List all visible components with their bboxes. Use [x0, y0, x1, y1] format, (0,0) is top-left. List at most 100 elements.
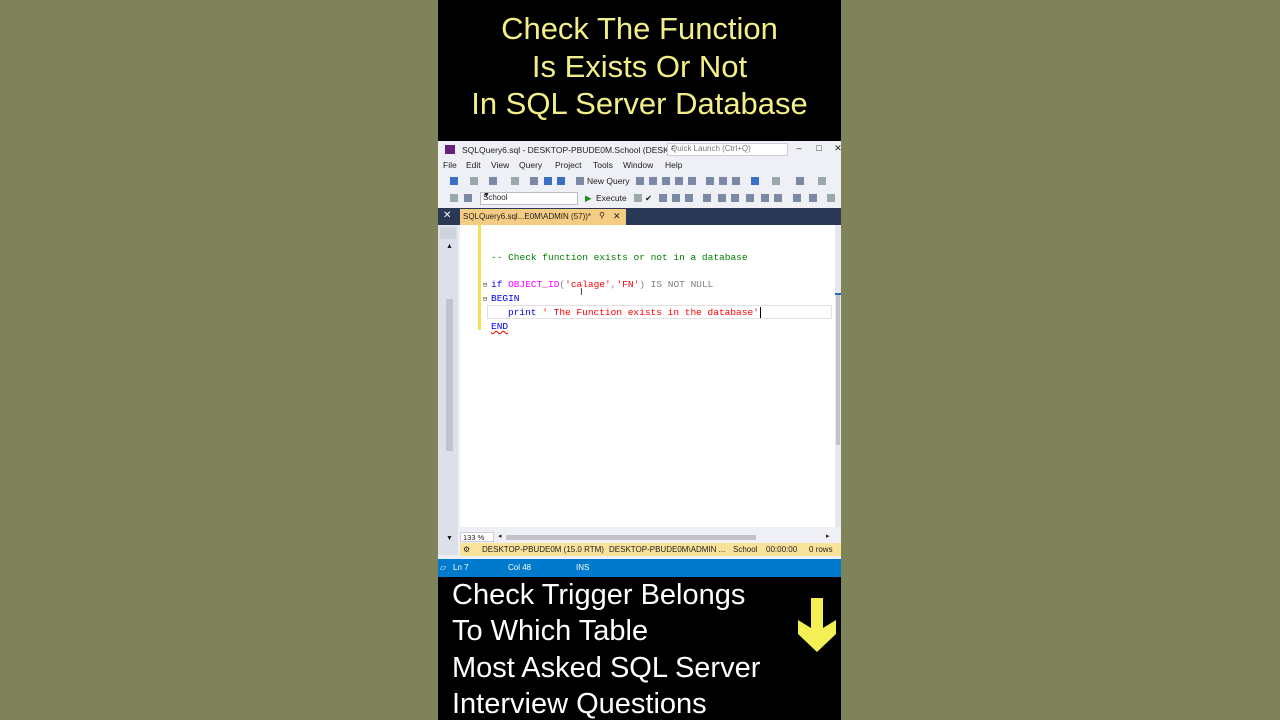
save-icon[interactable]: [544, 177, 552, 185]
results-to-icon[interactable]: [685, 194, 693, 202]
keyword-end: END: [491, 321, 509, 332]
document-tab-strip: ✕ SQLQuery6.sql...E0M\ADMIN (57))* ⚲ ✕: [438, 208, 841, 225]
undo-icon[interactable]: [751, 177, 759, 185]
save-all-icon[interactable]: [557, 177, 565, 185]
maximize-icon[interactable]: □: [812, 142, 826, 155]
menu-help[interactable]: Help: [665, 160, 682, 170]
results-to-grid-icon[interactable]: [761, 194, 769, 202]
bottom-caption-line: Interview Questions: [452, 687, 707, 720]
editor-bottom-bar: 133 % ◂ ▸: [460, 532, 835, 543]
outdent-icon[interactable]: [746, 194, 754, 202]
status-line: Ln 7: [453, 563, 469, 572]
pin-icon[interactable]: ⚲: [599, 211, 605, 220]
parse-icon[interactable]: ✔: [645, 193, 652, 204]
results-to-icon[interactable]: [703, 194, 711, 202]
menu-project[interactable]: Project: [555, 160, 581, 170]
keyword-print: print: [508, 307, 537, 318]
forward-icon[interactable]: [470, 177, 478, 185]
scrollbar-thumb[interactable]: [836, 295, 840, 445]
bottom-caption-line: To Which Table: [452, 615, 649, 648]
toolbar-overflow-icon[interactable]: [827, 194, 835, 202]
top-caption: Check The Function Is Exists Or Not In S…: [438, 10, 841, 123]
zoom-select[interactable]: 133 %: [460, 532, 494, 542]
top-caption-line: Check The Function: [501, 11, 778, 46]
quick-launch-input[interactable]: Quick Launch (Ctrl+Q) ⌕: [667, 143, 788, 156]
down-arrow-icon: [798, 598, 836, 652]
toolbar-overflow-icon[interactable]: [818, 177, 826, 185]
connect-icon[interactable]: [450, 194, 458, 202]
code-comment: -- Check function exists or not in a dat…: [491, 252, 748, 263]
scroll-right-icon[interactable]: ▸: [826, 532, 830, 540]
scroll-up-icon[interactable]: ▲: [446, 243, 453, 250]
tab-sqlquery6[interactable]: SQLQuery6.sql...E0M\ADMIN (57))* ⚲ ✕: [460, 209, 626, 225]
display-plan-icon[interactable]: [659, 194, 667, 202]
decrease-indent-icon[interactable]: [809, 194, 817, 202]
collapse-icon[interactable]: ⊟: [483, 295, 487, 304]
close-tab-icon[interactable]: ✕: [613, 211, 621, 222]
close-icon[interactable]: ✕: [443, 210, 451, 221]
menu-view[interactable]: View: [491, 160, 509, 170]
menu-tools[interactable]: Tools: [593, 160, 613, 170]
top-caption-line: In SQL Server Database: [471, 86, 808, 121]
execute-icon[interactable]: ▶: [585, 193, 592, 204]
solution-explorer-icon[interactable]: [796, 177, 804, 185]
change-tracking-margin: [478, 225, 481, 330]
status-insert-mode: INS: [576, 563, 590, 572]
function-object-id: OBJECT_ID: [508, 279, 560, 290]
new-query-icon[interactable]: [576, 177, 584, 185]
tab-label: SQLQuery6.sql...E0M\ADMIN (57))*: [463, 212, 592, 221]
new-query-button[interactable]: New Query: [587, 176, 630, 186]
open-file-icon[interactable]: [530, 177, 538, 185]
keyword-is-not-null: IS NOT NULL: [650, 279, 714, 290]
scroll-left-icon[interactable]: ◂: [498, 532, 502, 540]
paste-icon[interactable]: [732, 177, 740, 185]
title-bar: SQLQuery6.sql - DESKTOP-PBUDE0M.School (…: [438, 141, 841, 158]
specify-values-icon[interactable]: [793, 194, 801, 202]
comment-icon[interactable]: [718, 194, 726, 202]
status-server: DESKTOP-PBUDE0M (15.0 RTM): [482, 545, 604, 554]
top-caption-line: Is Exists Or Not: [531, 48, 748, 84]
keyword-begin: BEGIN: [491, 293, 520, 304]
query-type-icon[interactable]: [675, 177, 683, 185]
query-type-icon[interactable]: [649, 177, 657, 185]
cut-icon[interactable]: [706, 177, 714, 185]
results-to-file-icon[interactable]: [774, 194, 782, 202]
change-connection-icon[interactable]: [464, 194, 472, 202]
horizontal-scrollbar[interactable]: [506, 535, 756, 540]
scroll-down-icon[interactable]: ▼: [446, 535, 453, 542]
scrollbar[interactable]: [446, 299, 453, 451]
paren-close: ): [639, 279, 645, 290]
close-icon[interactable]: ✕: [831, 142, 841, 155]
keyword-if: if: [491, 279, 503, 290]
query-type-icon[interactable]: [688, 177, 696, 185]
query-type-icon[interactable]: [662, 177, 670, 185]
status-bar: ▱ Ln 7 Col 48 INS: [438, 559, 841, 577]
back-icon[interactable]: [450, 177, 458, 185]
cancel-query-icon[interactable]: [634, 194, 642, 202]
menu-edit[interactable]: Edit: [466, 160, 481, 170]
menu-query[interactable]: Query: [519, 160, 542, 170]
search-icon[interactable]: ⌕: [671, 143, 785, 153]
new-item-icon[interactable]: [511, 177, 519, 185]
uncomment-icon[interactable]: [731, 194, 739, 202]
menu-file[interactable]: File: [443, 160, 457, 170]
window-title: SQLQuery6.sql - DESKTOP-PBUDE0M.School (…: [462, 145, 681, 155]
query-type-icon[interactable]: [636, 177, 644, 185]
sql-editor-toolbar: School ▼ ▶ Execute ✔: [438, 191, 841, 206]
text-caret: [760, 307, 761, 318]
editor-vertical-scrollbar[interactable]: [835, 225, 841, 527]
query-options-icon[interactable]: [672, 194, 680, 202]
database-select[interactable]: School ▼: [480, 192, 578, 205]
status-database: School: [733, 545, 758, 554]
minimize-icon[interactable]: –: [792, 142, 806, 155]
string-arg2: 'FN': [616, 279, 640, 290]
new-project-icon[interactable]: [489, 177, 497, 185]
menu-window[interactable]: Window: [623, 160, 653, 170]
bottom-caption: Check Trigger Belongs To Which Table Mos…: [452, 577, 760, 720]
copy-icon[interactable]: [719, 177, 727, 185]
execute-button[interactable]: Execute: [596, 193, 627, 203]
left-pane: ▲ ▼: [438, 225, 458, 555]
collapse-icon[interactable]: ⊟: [483, 281, 487, 290]
redo-icon[interactable]: [772, 177, 780, 185]
query-editor[interactable]: -- Check function exists or not in a dat…: [460, 225, 835, 527]
